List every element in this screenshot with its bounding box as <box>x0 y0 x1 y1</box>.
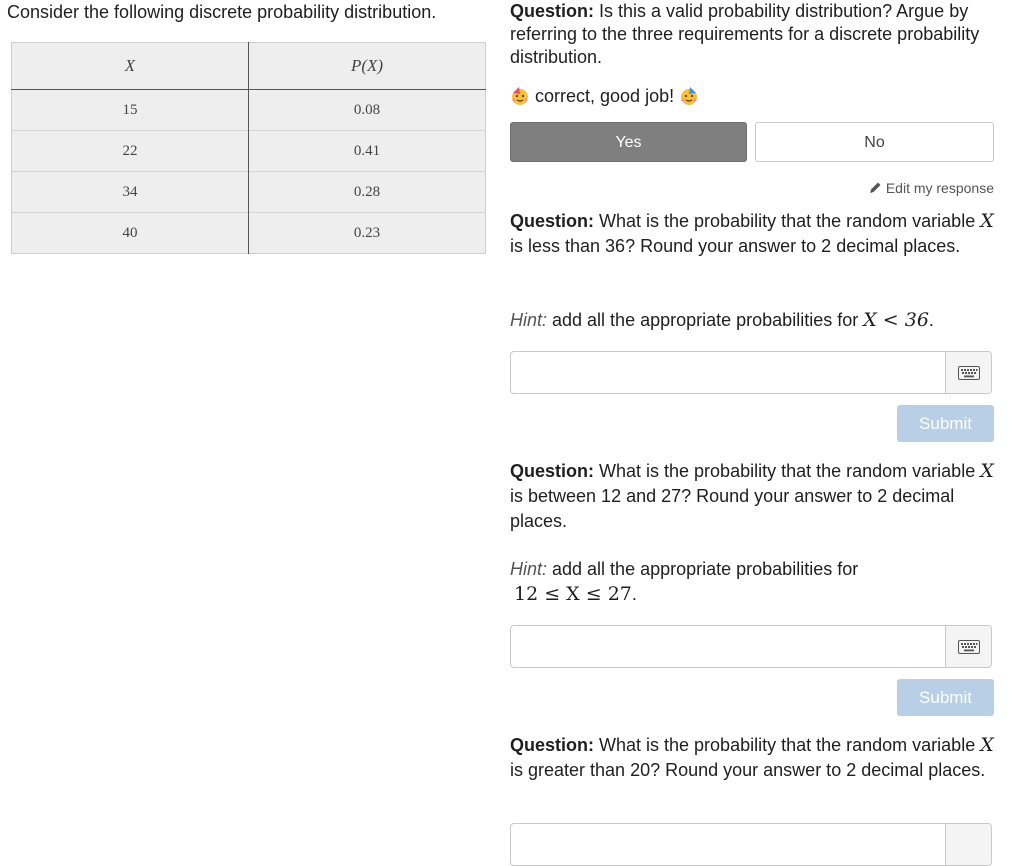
question-body: is greater than 20? Round your answer to… <box>510 760 986 780</box>
question-3-hint: Hint: add all the appropriate probabilit… <box>510 557 994 607</box>
question-label: Question: <box>510 1 594 21</box>
distribution-table: X P(X) 15 0.08 22 0.41 34 0.28 40 0.23 <box>11 42 486 254</box>
variable-x: X <box>980 460 994 482</box>
partying-face-icon <box>681 87 698 105</box>
pencil-icon <box>869 182 881 193</box>
hint-label: Hint: <box>510 559 548 579</box>
hint-end: . <box>631 584 637 604</box>
table-header-row: X P(X) <box>11 42 486 90</box>
question-body: is between 12 and 27? Round your answer … <box>510 486 955 531</box>
cell-px: 0.23 <box>248 212 486 254</box>
submit-button-q2[interactable]: Submit <box>897 405 994 442</box>
hint-text: add all the appropriate probabilities fo… <box>547 310 864 330</box>
variable-x: X <box>980 734 994 756</box>
table-row: 34 0.28 <box>11 171 486 213</box>
feedback-message: correct, good job! <box>510 83 994 109</box>
question-1-text: Question: Is this a valid probability di… <box>510 0 994 69</box>
keyboard-button[interactable] <box>945 626 991 667</box>
edit-response-link[interactable]: Edit my response <box>869 180 994 196</box>
choice-yes-button[interactable]: Yes <box>510 122 747 162</box>
hint-math: X < 36 <box>863 309 929 331</box>
question-body: is less than 36? Round your answer to 2 … <box>510 236 961 256</box>
variable-x: X <box>980 210 994 232</box>
column-header-x: X <box>11 42 249 90</box>
cell-x: 34 <box>11 171 249 213</box>
cell-x: 40 <box>11 212 249 254</box>
keyboard-icon <box>957 365 980 380</box>
question-2-text: Question: What is the probability that t… <box>510 209 994 259</box>
table-row: 15 0.08 <box>11 89 486 131</box>
cell-x: 15 <box>11 89 249 131</box>
answer-input-q2[interactable] <box>511 352 947 393</box>
hint-end: . <box>928 310 934 330</box>
keyboard-icon <box>957 639 980 654</box>
hint-label: Hint: <box>510 310 548 330</box>
hint-math: 12 ≤ X ≤ 27 <box>514 583 632 605</box>
answer-field-q2[interactable] <box>510 351 992 394</box>
partying-face-icon <box>512 87 528 105</box>
question-label: Question: <box>510 461 594 481</box>
answer-field-q3[interactable] <box>510 625 992 668</box>
choice-no-button[interactable]: No <box>755 122 994 162</box>
keyboard-button[interactable] <box>945 824 991 865</box>
question-4-text: Question: What is the probability that t… <box>510 733 994 783</box>
cell-px: 0.41 <box>248 130 486 172</box>
answer-input-q3[interactable] <box>511 626 947 667</box>
question-body: What is the probability that the random … <box>594 211 981 231</box>
table-row: 40 0.23 <box>11 212 486 254</box>
question-body: What is the probability that the random … <box>594 735 981 755</box>
keyboard-button[interactable] <box>945 352 991 393</box>
edit-response-label: Edit my response <box>885 180 994 196</box>
column-header-px: P(X) <box>248 42 486 90</box>
question-2-hint: Hint: add all the appropriate probabilit… <box>510 308 994 333</box>
answer-field-q4[interactable] <box>510 823 992 866</box>
cell-px: 0.08 <box>353 101 381 118</box>
question-body: What is the probability that the random … <box>594 461 981 481</box>
question-label: Question: <box>510 735 594 755</box>
table-row: 22 0.41 <box>11 130 486 172</box>
cell-px: 0.28 <box>248 171 486 213</box>
feedback-text: correct, good job! <box>535 86 675 106</box>
hint-text: add all the appropriate probabilities fo… <box>547 559 859 579</box>
cell-x: 22 <box>11 130 249 172</box>
question-3-text: Question: What is the probability that t… <box>510 459 994 534</box>
submit-button-q3[interactable]: Submit <box>897 679 994 716</box>
intro-text: Consider the following discrete probabil… <box>7 2 437 22</box>
question-label: Question: <box>510 211 594 231</box>
